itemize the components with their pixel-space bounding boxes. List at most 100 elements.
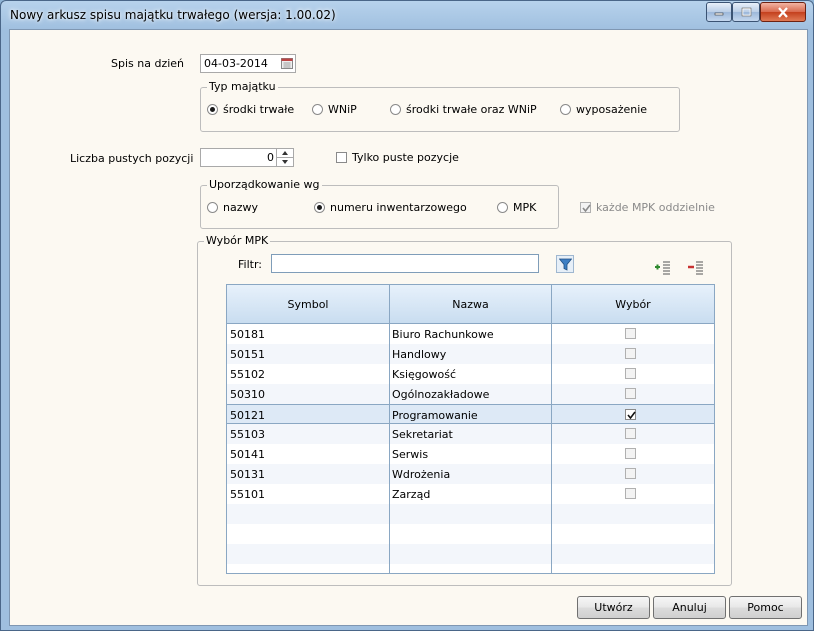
calendar-icon[interactable] [281, 58, 293, 69]
radio-srodki-trwale-oraz-wnip-label: środki trwałe oraz WNiP [406, 103, 537, 116]
column-divider [551, 285, 552, 573]
cell-nazwa: Serwis [392, 448, 429, 461]
select-checkbox[interactable] [625, 388, 636, 399]
column-header-wybor[interactable]: Wybór [552, 285, 714, 323]
table-row[interactable]: 50121 Programowanie [227, 404, 714, 424]
radio-srodki-trwale-oraz-wnip[interactable] [390, 104, 401, 115]
spin-down-button[interactable] [276, 158, 293, 166]
table-row[interactable]: 50141 Serwis [227, 444, 714, 464]
checkmark-icon [627, 411, 636, 420]
cell-symbol: 55102 [230, 368, 265, 381]
cell-symbol: 55103 [230, 428, 265, 441]
cell-symbol: 50141 [230, 448, 265, 461]
select-checkbox[interactable] [625, 409, 636, 420]
dialog-content: Spis na dzień 04-03-2014 Typ majątku śro… [9, 29, 808, 626]
close-button[interactable] [760, 2, 806, 22]
radio-mpk-label: MPK [513, 201, 537, 214]
cell-symbol: 50151 [230, 348, 265, 361]
select-all-button[interactable] [655, 260, 673, 276]
select-checkbox[interactable] [625, 488, 636, 499]
table-row[interactable]: 50310 Ogólnozakładowe [227, 384, 714, 404]
cell-nazwa: Sekretariat [392, 428, 453, 441]
empty-count-label: Liczba pustych pozycji [70, 152, 194, 165]
only-empty-label: Tylko puste pozycje [352, 151, 459, 164]
date-picker[interactable]: 04-03-2014 [200, 54, 296, 73]
column-header-nazwa[interactable]: Nazwa [390, 285, 551, 323]
cell-nazwa: Wdrożenia [392, 468, 451, 481]
asset-type-legend: Typ majątku [207, 80, 278, 93]
date-label: Spis na dzień [111, 57, 185, 70]
empty-count-spinner[interactable]: 0 [200, 148, 294, 167]
mpk-grid: Symbol Nazwa Wybór 50181 Biuro Rachunkowe… [226, 284, 715, 574]
create-button[interactable]: Utwórz [577, 596, 650, 619]
cell-symbol: 50181 [230, 328, 265, 341]
asset-type-group: Typ majątku środki trwałe WNiP środki tr… [200, 80, 680, 132]
cell-nazwa: Ogólnozakładowe [392, 388, 490, 401]
grid-header: Symbol Nazwa Wybór [227, 285, 714, 324]
radio-wyposazenie-label: wyposażenie [576, 103, 648, 116]
table-row[interactable]: 50131 Wdrożenia [227, 464, 714, 484]
spin-up-button[interactable] [276, 149, 293, 158]
only-empty-checkbox[interactable] [336, 152, 347, 163]
maximize-button[interactable] [732, 2, 760, 22]
minimize-button[interactable] [706, 2, 732, 22]
cell-nazwa: Programowanie [392, 409, 478, 422]
empty-row[interactable] [227, 504, 714, 524]
filter-icon [559, 258, 572, 271]
cell-nazwa: Zarząd [392, 488, 431, 501]
select-checkbox[interactable] [625, 468, 636, 479]
select-checkbox[interactable] [625, 448, 636, 459]
table-row[interactable]: 50181 Biuro Rachunkowe [227, 324, 714, 344]
cell-symbol: 55101 [230, 488, 265, 501]
radio-wnip[interactable] [312, 104, 323, 115]
dialog-window: Nowy arkusz spisu majątku trwałego (wers… [0, 0, 814, 631]
filter-label: Filtr: [238, 258, 262, 271]
mpk-legend: Wybór MPK [204, 234, 271, 247]
ordering-legend: Uporządkowanie wg [207, 178, 322, 191]
empty-row[interactable] [227, 524, 714, 544]
radio-wyposazenie[interactable] [560, 104, 571, 115]
ordering-group: Uporządkowanie wg nazwy numeru inwentarz… [200, 178, 559, 229]
filter-input[interactable] [271, 254, 539, 273]
empty-count-value: 0 [267, 151, 274, 164]
radio-srodki-trwale[interactable] [207, 104, 218, 115]
select-checkbox[interactable] [625, 368, 636, 379]
select-checkbox[interactable] [625, 348, 636, 359]
table-row[interactable]: 55101 Zarząd [227, 484, 714, 504]
table-row[interactable]: 55103 Sekretariat [227, 424, 714, 444]
radio-wnip-label: WNiP [328, 103, 357, 116]
select-checkbox[interactable] [625, 328, 636, 339]
select-all-icon [655, 261, 670, 275]
minimize-icon [714, 12, 724, 16]
checkmark-icon [582, 204, 591, 213]
radio-mpk[interactable] [497, 202, 508, 213]
filter-button[interactable] [556, 255, 574, 273]
cell-nazwa: Biuro Rachunkowe [392, 328, 494, 341]
cancel-button[interactable]: Anuluj [653, 596, 726, 619]
radio-nazwy[interactable] [207, 202, 218, 213]
radio-numeru-inwentarzowego-label: numeru inwentarzowego [330, 201, 467, 214]
column-divider [389, 285, 390, 573]
radio-numeru-inwentarzowego[interactable] [314, 202, 325, 213]
each-mpk-label: każde MPK oddzielnie [596, 201, 715, 214]
window-title: Nowy arkusz spisu majątku trwałego (wers… [10, 8, 336, 22]
table-row[interactable]: 50151 Handlowy [227, 344, 714, 364]
select-checkbox[interactable] [625, 428, 636, 439]
deselect-all-button[interactable] [688, 260, 706, 276]
arrow-up-icon [282, 151, 288, 155]
cell-symbol: 50310 [230, 388, 265, 401]
maximize-icon [741, 7, 751, 17]
table-row[interactable]: 55102 Księgowość [227, 364, 714, 384]
column-header-symbol[interactable]: Symbol [227, 285, 389, 323]
help-button[interactable]: Pomoc [729, 596, 802, 619]
cell-symbol: 50131 [230, 468, 265, 481]
date-value: 04-03-2014 [204, 57, 268, 70]
cell-nazwa: Handlowy [392, 348, 447, 361]
arrow-down-icon [282, 160, 288, 164]
title-bar[interactable]: Nowy arkusz spisu majątku trwałego (wers… [1, 1, 813, 29]
empty-row[interactable] [227, 544, 714, 564]
each-mpk-checkbox[interactable] [580, 202, 591, 213]
radio-nazwy-label: nazwy [223, 201, 258, 214]
deselect-all-icon [688, 261, 703, 275]
cell-nazwa: Księgowość [392, 368, 456, 381]
